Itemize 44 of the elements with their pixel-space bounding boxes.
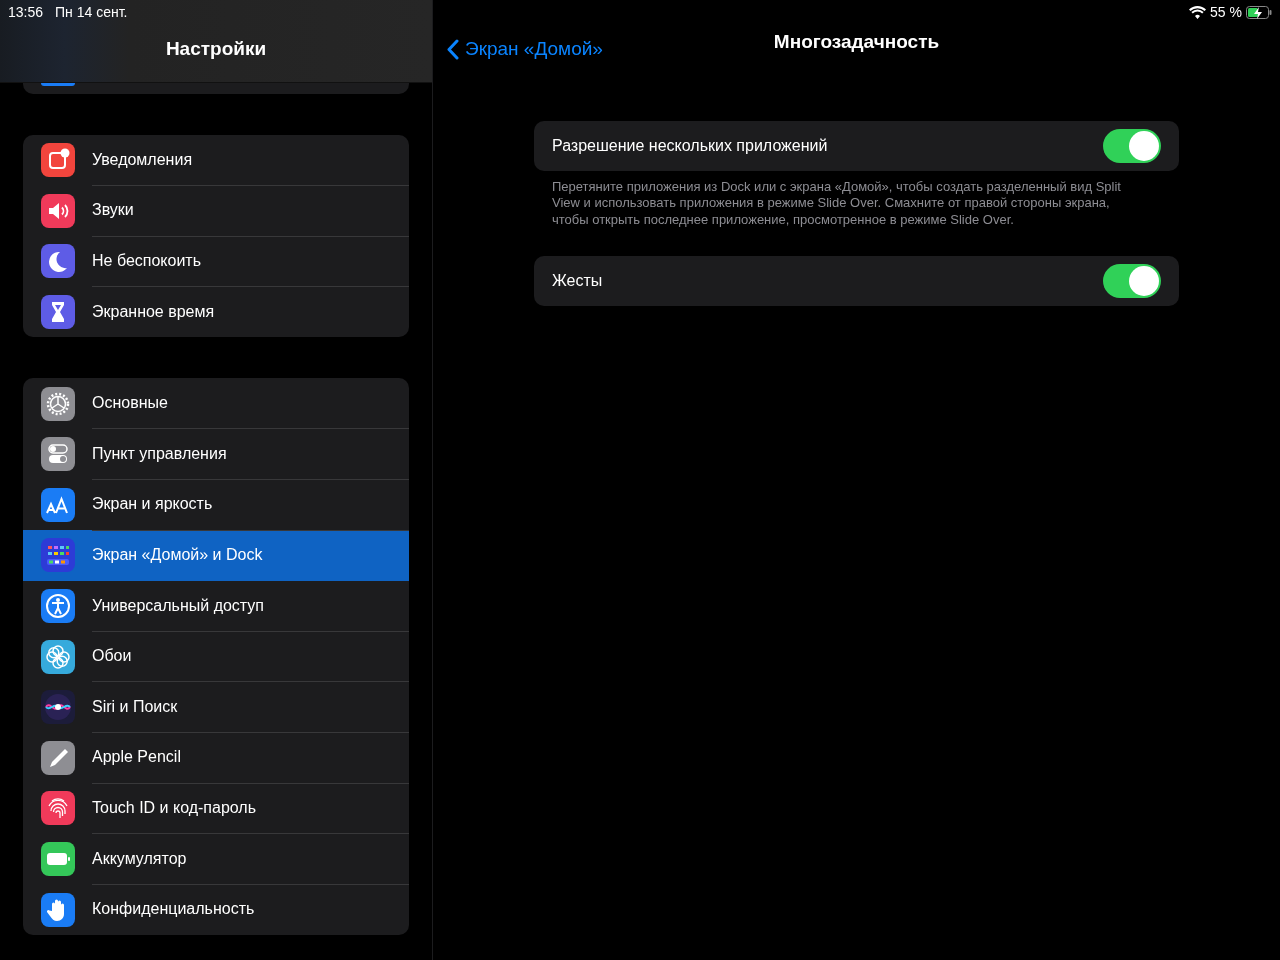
setting-label: Разрешение нескольких приложений bbox=[552, 137, 828, 155]
settings-item[interactable]: Touch ID и код-пароль bbox=[23, 783, 409, 834]
settings-item-label: Пункт управления bbox=[92, 428, 409, 481]
settings-item[interactable]: Уведомления bbox=[23, 135, 409, 186]
settings-item-label: Экранное время bbox=[92, 301, 216, 322]
settings-item[interactable]: Обои bbox=[23, 631, 409, 682]
settings-item[interactable]: Пункт управления bbox=[23, 428, 409, 480]
settings-item-label: Экран и яркость bbox=[92, 479, 409, 531]
settings-item-label: Не беспокоить bbox=[92, 235, 409, 288]
settings-item[interactable]: Основные bbox=[23, 378, 409, 429]
settings-item[interactable]: Универсальный доступ bbox=[23, 580, 409, 632]
settings-item-label: Уведомления bbox=[92, 135, 409, 187]
settings-item-label: Звуки bbox=[92, 185, 409, 237]
settings-item[interactable]: Экран «Домой» и Dock bbox=[23, 530, 409, 581]
battery-charging-icon bbox=[1246, 5, 1272, 19]
settings-item-label: Основные bbox=[92, 378, 409, 430]
settings-item[interactable]: Конфиденциальность bbox=[23, 884, 409, 935]
settings-item-label: Конфиденциальность bbox=[92, 899, 256, 920]
settings-item-label: Обои bbox=[92, 630, 409, 683]
wifi-icon bbox=[1189, 5, 1207, 19]
back-link[interactable]: Экран «Домой» bbox=[447, 38, 603, 60]
chevron-left-icon bbox=[447, 38, 459, 60]
status-time: 13:56 bbox=[8, 4, 44, 20]
settings-item[interactable]: Apple Pencil bbox=[23, 732, 409, 784]
settings-item[interactable]: Siri и Поиск bbox=[23, 681, 409, 733]
status-date: Пн 14 сент. bbox=[55, 4, 128, 20]
settings-item-label: Siri и Поиск bbox=[92, 681, 409, 734]
settings-item-label: Универсальный доступ bbox=[92, 580, 409, 632]
settings-item[interactable]: Не беспокоить bbox=[23, 236, 409, 287]
setting-description: Перетяните приложения из Dock или с экрана «Домой», чтобы создать разделенный вид Split View и использовать приложения в режиме Slide Over. Смахните от правой стороны экрана, чтобы открыть последнее приложение, просмотренное в режиме Slide Over. bbox=[551, 178, 1122, 228]
toggle-switch[interactable] bbox=[1103, 129, 1161, 163]
settings-item-label: Экран «Домой» и Dock bbox=[92, 544, 264, 565]
settings-item[interactable]: Звуки bbox=[23, 185, 409, 237]
settings-item[interactable]: Экранное время bbox=[23, 286, 409, 338]
settings-item-label: Аккумулятор bbox=[92, 833, 409, 885]
page-title: Многозадачность bbox=[773, 31, 940, 53]
sidebar-title: Настройки bbox=[165, 38, 267, 60]
settings-item-label: Touch ID и код-пароль bbox=[92, 782, 409, 835]
settings-item[interactable]: Экран и яркость bbox=[23, 479, 409, 531]
setting-label: Жесты bbox=[552, 271, 603, 290]
settings-item[interactable]: Аккумулятор bbox=[23, 833, 409, 885]
toggle-switch[interactable] bbox=[1103, 263, 1161, 298]
settings-item-label: Apple Pencil bbox=[92, 732, 409, 784]
battery-percent: 55 % bbox=[1210, 4, 1242, 20]
